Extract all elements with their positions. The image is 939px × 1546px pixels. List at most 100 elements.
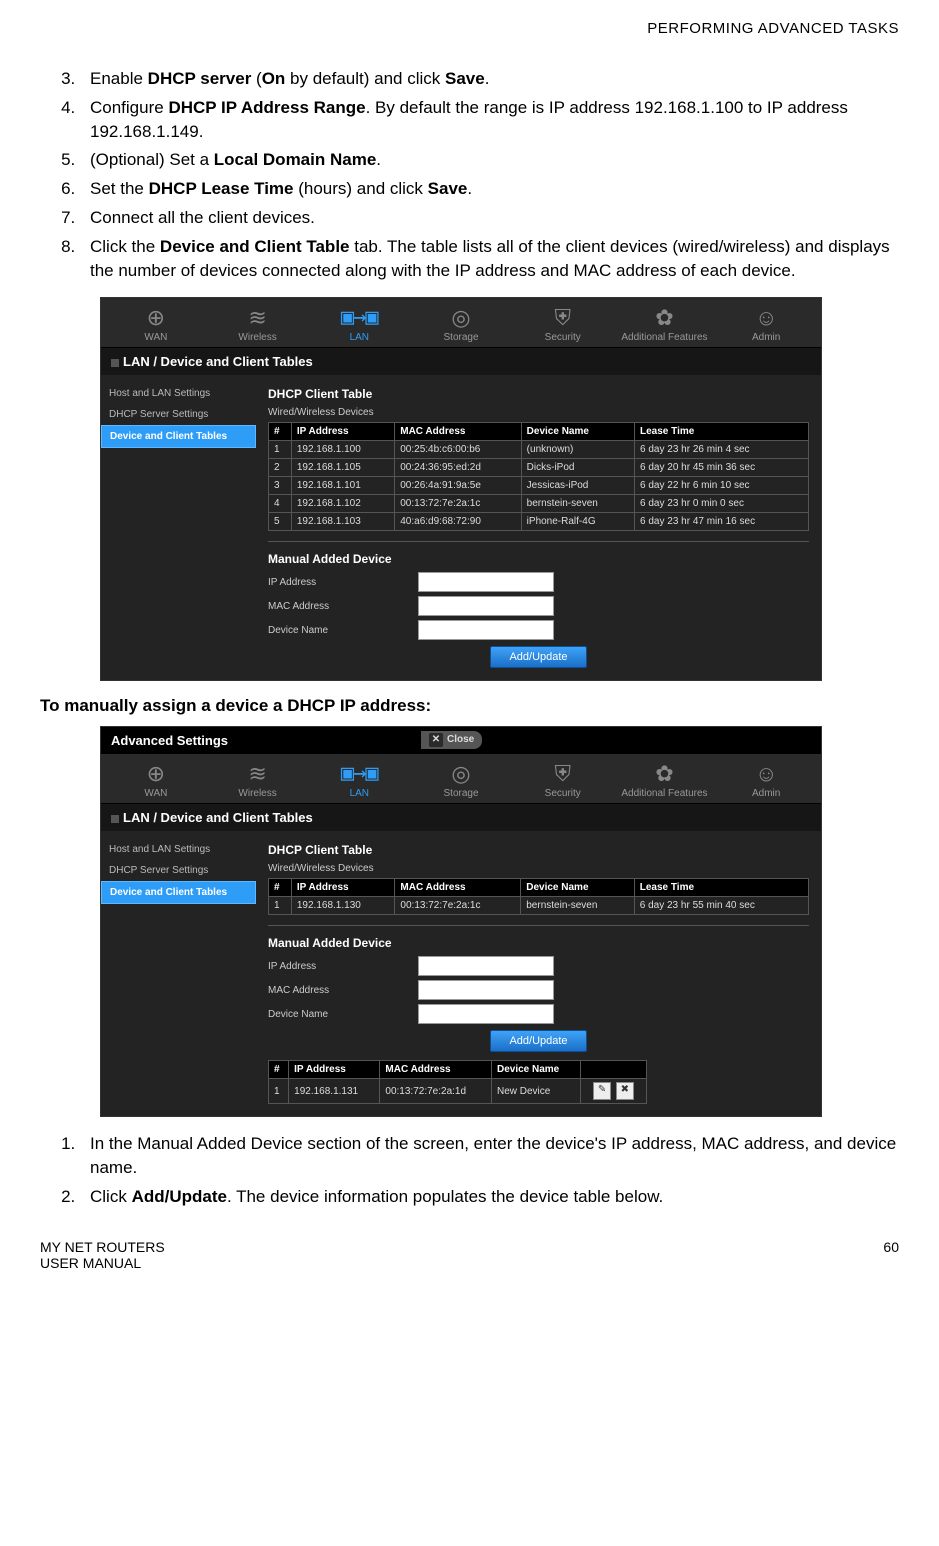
side-host[interactable]: Host and LAN Settings xyxy=(101,839,256,860)
nav-security[interactable]: ⛨Security xyxy=(512,306,614,343)
main-panel-2: DHCP Client Table Wired/Wireless Devices… xyxy=(256,831,821,1116)
client-table-1: # IP Address MAC Address Device Name Lea… xyxy=(268,422,809,531)
footer-title: MY NET ROUTERS xyxy=(40,1239,165,1255)
section-title-manual-2: Manual Added Device xyxy=(268,936,809,950)
storage-icon: ◎ xyxy=(410,762,512,786)
subheading-manual-assign: To manually assign a device a DHCP IP ad… xyxy=(40,696,899,716)
mac-input[interactable] xyxy=(418,980,554,1000)
step-b1: In the Manual Added Device section of th… xyxy=(80,1132,899,1180)
side-dhcp[interactable]: DHCP Server Settings xyxy=(101,404,256,425)
person-icon: ☺ xyxy=(715,306,817,330)
device-name-input[interactable] xyxy=(418,620,554,640)
manual-device-table: # IP Address MAC Address Device Name 1 1… xyxy=(268,1060,647,1104)
gear-plus-icon: ✿ xyxy=(614,306,716,330)
step-6: Set the DHCP Lease Time (hours) and clic… xyxy=(80,177,899,201)
page-footer: MY NET ROUTERS USER MANUAL 60 xyxy=(40,1239,899,1271)
nav-admin[interactable]: ☺Admin xyxy=(715,306,817,343)
breadcrumb-icon xyxy=(111,815,119,823)
globe-icon: ⊕ xyxy=(105,762,207,786)
add-update-button[interactable]: Add/Update xyxy=(490,646,586,668)
nav-admin[interactable]: ☺Admin xyxy=(715,762,817,799)
router-screenshot-1: ⊕WAN ≋Wireless ▣→▣LAN ◎Storage ⛨Security… xyxy=(100,297,822,681)
nav-wireless[interactable]: ≋Wireless xyxy=(207,306,309,343)
table-row: 1 192.168.1.131 00:13:72:7e:2a:1d New De… xyxy=(269,1079,647,1104)
side-dhcp[interactable]: DHCP Server Settings xyxy=(101,860,256,881)
side-tables[interactable]: Device and Client Tables xyxy=(101,425,256,448)
nav-wan[interactable]: ⊕WAN xyxy=(105,762,207,799)
table-header-row: # IP Address MAC Address Device Name Lea… xyxy=(269,423,809,441)
step-5: (Optional) Set a Local Domain Name. xyxy=(80,148,899,172)
subsection-wired: Wired/Wireless Devices xyxy=(268,407,809,418)
side-tables[interactable]: Device and Client Tables xyxy=(101,881,256,904)
person-icon: ☺ xyxy=(715,762,817,786)
device-name-input[interactable] xyxy=(418,1004,554,1024)
edit-icon[interactable]: ✎ xyxy=(593,1082,611,1100)
table-row: 2192.168.1.10500:24:36:95:ed:2dDicks-iPo… xyxy=(269,459,809,477)
nav-lan[interactable]: ▣→▣LAN xyxy=(308,762,410,799)
nav-storage[interactable]: ◎Storage xyxy=(410,306,512,343)
top-nav-2: ⊕WAN ≋Wireless ▣→▣LAN ◎Storage ⛨Security… xyxy=(101,754,821,803)
steps-list-a: Enable DHCP server (On by default) and c… xyxy=(55,67,899,282)
step-7: Connect all the client devices. xyxy=(80,206,899,230)
main-panel: DHCP Client Table Wired/Wireless Devices… xyxy=(256,375,821,680)
nav-storage[interactable]: ◎Storage xyxy=(410,762,512,799)
router-screenshot-2: Advanced Settings ✕Close ⊕WAN ≋Wireless … xyxy=(100,726,822,1117)
footer-subtitle: USER MANUAL xyxy=(40,1255,165,1271)
wifi-icon: ≋ xyxy=(207,306,309,330)
mac-input[interactable] xyxy=(418,596,554,616)
close-icon: ✕ xyxy=(429,733,443,747)
top-nav: ⊕WAN ≋Wireless ▣→▣LAN ◎Storage ⛨Security… xyxy=(101,298,821,347)
delete-icon[interactable]: ✖ xyxy=(616,1082,634,1100)
page-header: PERFORMING ADVANCED TASKS xyxy=(40,20,899,37)
section-title-manual: Manual Added Device xyxy=(268,552,809,566)
shield-icon: ⛨ xyxy=(512,306,614,330)
ip-input[interactable] xyxy=(418,572,554,592)
close-button[interactable]: ✕Close xyxy=(421,731,482,749)
table-row: 1192.168.1.13000:13:72:7e:2a:1cbernstein… xyxy=(269,897,809,915)
gear-plus-icon: ✿ xyxy=(614,762,716,786)
table-header-row: # IP Address MAC Address Device Name xyxy=(269,1061,647,1079)
lan-icon: ▣→▣ xyxy=(308,306,410,330)
nav-additional[interactable]: ✿Additional Features xyxy=(614,762,716,799)
breadcrumb: LAN / Device and Client Tables xyxy=(101,347,821,375)
nav-wan[interactable]: ⊕WAN xyxy=(105,306,207,343)
form-row-ip-2: IP Address xyxy=(268,956,809,976)
wifi-icon: ≋ xyxy=(207,762,309,786)
subsection-wired-2: Wired/Wireless Devices xyxy=(268,863,809,874)
storage-icon: ◎ xyxy=(410,306,512,330)
steps-list-b: In the Manual Added Device section of th… xyxy=(55,1132,899,1208)
ip-input[interactable] xyxy=(418,956,554,976)
lan-icon: ▣→▣ xyxy=(308,762,410,786)
page-number: 60 xyxy=(883,1239,899,1271)
advanced-bar: Advanced Settings ✕Close xyxy=(101,727,821,754)
nav-lan[interactable]: ▣→▣LAN xyxy=(308,306,410,343)
nav-security[interactable]: ⛨Security xyxy=(512,762,614,799)
table-row: 4192.168.1.10200:13:72:7e:2a:1cbernstein… xyxy=(269,495,809,513)
table-row: 5192.168.1.10340:a6:d9:68:72:90iPhone-Ra… xyxy=(269,513,809,531)
form-row-dev-2: Device Name xyxy=(268,1004,809,1024)
section-title-dhcp-2: DHCP Client Table xyxy=(268,843,809,857)
table-row: 3192.168.1.10100:26:4a:91:9a:5eJessicas-… xyxy=(269,477,809,495)
table-header-row: # IP Address MAC Address Device Name Lea… xyxy=(269,879,809,897)
table-row: 1192.168.1.10000:25:4b:c6:00:b6(unknown)… xyxy=(269,441,809,459)
shield-icon: ⛨ xyxy=(512,762,614,786)
globe-icon: ⊕ xyxy=(105,306,207,330)
form-row-mac-2: MAC Address xyxy=(268,980,809,1000)
step-8: Click the Device and Client Table tab. T… xyxy=(80,235,899,283)
breadcrumb-2: LAN / Device and Client Tables xyxy=(101,803,821,831)
breadcrumb-icon xyxy=(111,359,119,367)
form-row-mac: MAC Address xyxy=(268,596,809,616)
client-table-2: # IP Address MAC Address Device Name Lea… xyxy=(268,878,809,915)
step-4: Configure DHCP IP Address Range. By defa… xyxy=(80,96,899,144)
side-menu: Host and LAN Settings DHCP Server Settin… xyxy=(101,375,256,680)
form-row-dev: Device Name xyxy=(268,620,809,640)
side-menu-2: Host and LAN Settings DHCP Server Settin… xyxy=(101,831,256,1116)
side-host[interactable]: Host and LAN Settings xyxy=(101,383,256,404)
form-row-ip: IP Address xyxy=(268,572,809,592)
add-update-button[interactable]: Add/Update xyxy=(490,1030,586,1052)
nav-wireless[interactable]: ≋Wireless xyxy=(207,762,309,799)
nav-additional[interactable]: ✿Additional Features xyxy=(614,306,716,343)
step-b2: Click Add/Update. The device information… xyxy=(80,1185,899,1209)
step-3: Enable DHCP server (On by default) and c… xyxy=(80,67,899,91)
section-title-dhcp: DHCP Client Table xyxy=(268,387,809,401)
